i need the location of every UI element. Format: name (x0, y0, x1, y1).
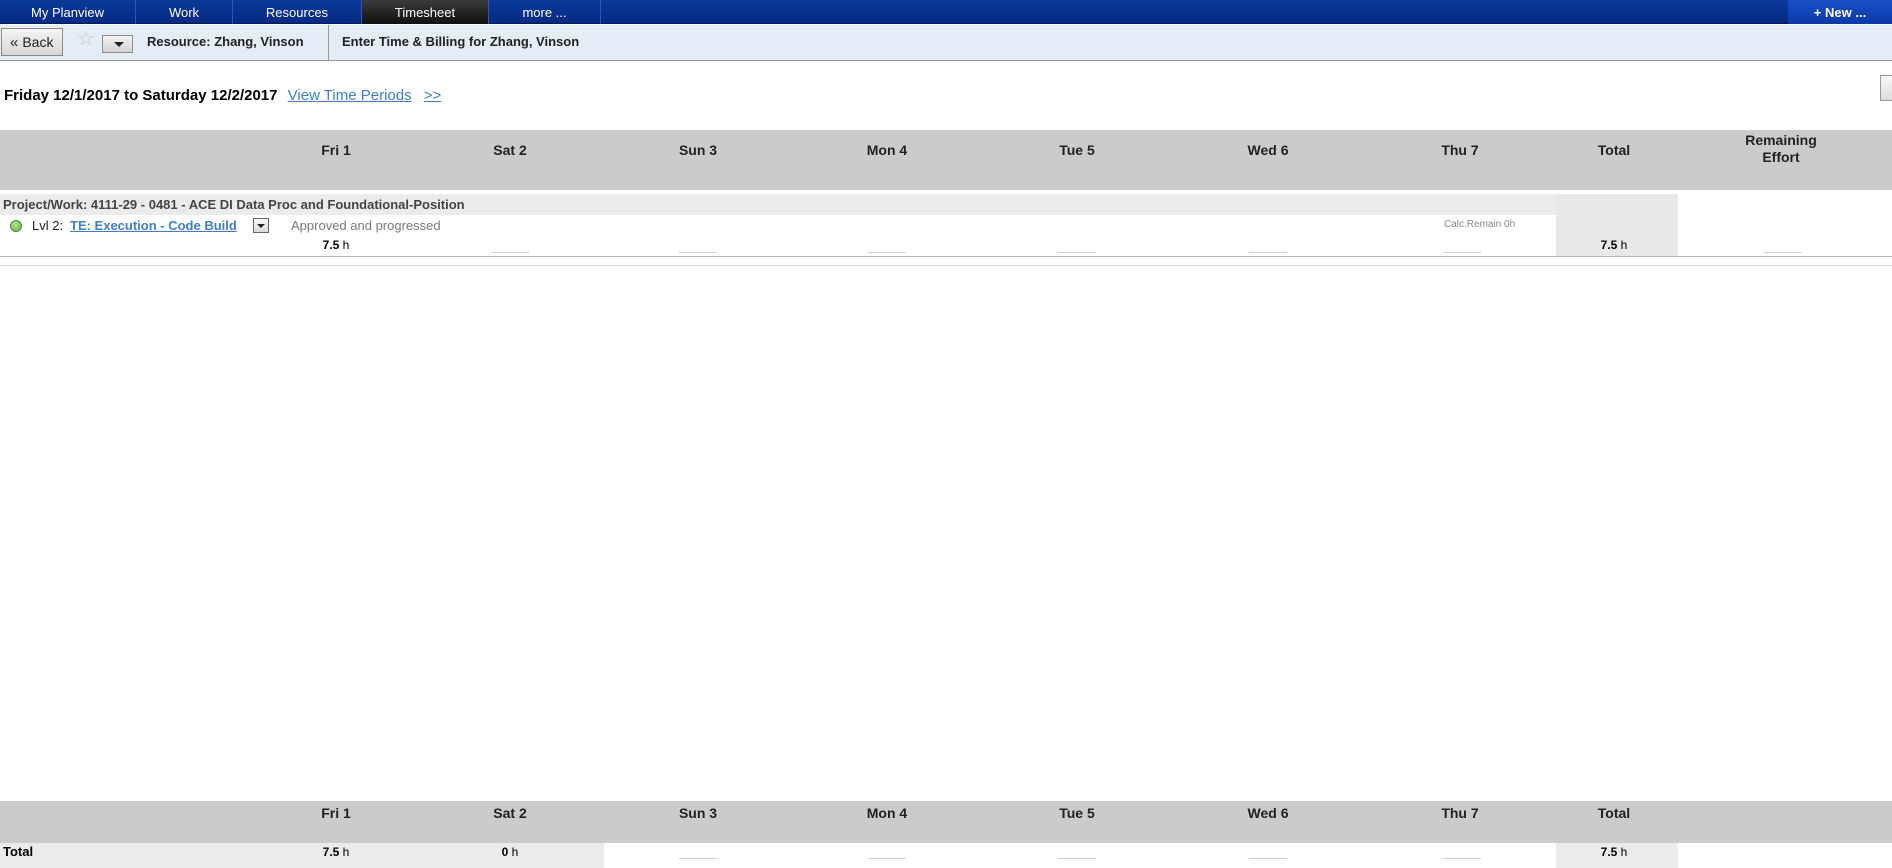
totals-fri: 7.5 h (323, 845, 350, 859)
remaining-effort-input[interactable] (1764, 252, 1802, 255)
col-header-total: Total (1597, 142, 1631, 158)
sun-hours-input[interactable] (679, 252, 717, 255)
nav-tab-more[interactable]: more ... (489, 0, 601, 24)
thu-hours-input[interactable] (1443, 252, 1481, 255)
totals-mon-cell (868, 858, 906, 861)
hours-unit: h (1620, 238, 1628, 252)
col-header-sat: Sat 2 (493, 142, 527, 158)
footer-col-fri: Fri 1 (321, 805, 351, 821)
col-header-remaining-effort: Remaining Effort (1745, 132, 1817, 165)
task-status: Approved and progressed (291, 218, 441, 233)
wed-hours-input[interactable] (1249, 252, 1287, 255)
totals-thu-cell (1443, 858, 1481, 861)
footer-col-sat: Sat 2 (493, 805, 527, 821)
hours-unit: h (342, 238, 350, 252)
resource-label: Resource: Zhang, Vinson (147, 34, 304, 49)
grid-header: Fri 1 Sat 2 Sun 3 Mon 4 Tue 5 Wed 6 Thu … (0, 130, 1892, 190)
project-row: Project/Work: 4111-29 - 0481 - ACE DI Da… (0, 194, 1556, 215)
col-header-thu: Thu 7 (1441, 142, 1479, 158)
tue-hours-input[interactable] (1058, 252, 1096, 255)
top-nav: My Planview Work Resources Timesheet mor… (0, 0, 1892, 24)
totals-total: 7.5 h (1601, 845, 1628, 859)
task-menu-dropdown[interactable] (253, 218, 269, 233)
nav-tab-resources[interactable]: Resources (233, 0, 362, 24)
star-icon[interactable]: ☆ (77, 26, 95, 51)
col-header-sun: Sun 3 (678, 142, 718, 158)
totals-label: Total (3, 844, 34, 859)
col-header-tue: Tue 5 (1059, 142, 1095, 158)
double-chevron-left-icon: « (10, 34, 19, 51)
nav-tab-work[interactable]: Work (136, 0, 233, 24)
footer-header: Fri 1 Sat 2 Sun 3 Mon 4 Tue 5 Wed 6 Thu … (0, 801, 1892, 843)
view-time-periods-link[interactable]: View Time Periods (288, 87, 412, 104)
footer-col-sun: Sun 3 (678, 805, 718, 821)
divider (328, 25, 329, 61)
totals-fri-value: 7.5 (322, 845, 340, 859)
green-status-dot-icon (10, 220, 22, 232)
totals-sat-value: 0 (501, 845, 509, 859)
new-button[interactable]: + New ... (1788, 0, 1892, 24)
hours-unit: h (1620, 845, 1628, 859)
period-range: Friday 12/1/2017 to Saturday 12/2/2017 (4, 87, 278, 104)
fri-hours[interactable]: 7.5 h (323, 238, 350, 252)
footer-col-mon: Mon 4 (866, 805, 908, 821)
time-period: Friday 12/1/2017 to Saturday 12/2/2017 V… (4, 87, 441, 104)
col-header-fri: Fri 1 (321, 142, 351, 158)
totals-total-value: 7.5 (1600, 845, 1618, 859)
page-title: Enter Time & Billing for Zhang, Vinson (342, 34, 580, 49)
project-title: Project/Work: 4111-29 - 0481 - ACE DI Da… (3, 197, 465, 212)
col-header-mon: Mon 4 (866, 142, 908, 158)
totals-sun-cell (679, 858, 717, 861)
nav-tab-timesheet[interactable]: Timesheet (362, 0, 489, 24)
divider (0, 256, 1892, 257)
hours-unit: h (342, 845, 350, 859)
calc-remain: Calc.Remain 0h (1444, 219, 1516, 230)
hours-unit: h (511, 845, 519, 859)
context-bar: «Back ☆ Resource: Zhang, Vinson Enter Ti… (0, 25, 1892, 61)
next-period-link[interactable]: >> (424, 87, 442, 104)
back-label: Back (22, 34, 54, 50)
footer-col-wed: Wed 6 (1247, 805, 1289, 821)
mon-hours-input[interactable] (868, 252, 906, 255)
task-level: Lvl 2: (32, 218, 64, 233)
back-button[interactable]: «Back (1, 28, 63, 56)
fri-hours-value: 7.5 (322, 238, 340, 252)
page-menu-dropdown[interactable] (102, 35, 133, 53)
footer-col-tue: Tue 5 (1059, 805, 1095, 821)
totals-sat: 0 h (502, 845, 519, 859)
divider (0, 265, 1892, 266)
totals-row: Total 7.5 h 0 h 7.5 h (0, 843, 1892, 868)
task-row: Lvl 2: TE: Execution - Code Build Approv… (0, 215, 1892, 257)
options-button[interactable] (1880, 75, 1892, 101)
nav-tab-my-planview[interactable]: My Planview (0, 0, 136, 24)
sat-hours-input[interactable] (491, 252, 529, 255)
col-header-wed: Wed 6 (1247, 142, 1289, 158)
footer-col-thu: Thu 7 (1441, 805, 1479, 821)
task-total-hours: 7.5 h (1601, 238, 1628, 252)
footer-col-total: Total (1597, 805, 1631, 821)
task-link[interactable]: TE: Execution - Code Build (70, 218, 237, 233)
totals-wed-cell (1249, 858, 1287, 861)
totals-tue-cell (1058, 858, 1096, 861)
task-total-value: 7.5 (1600, 238, 1618, 252)
